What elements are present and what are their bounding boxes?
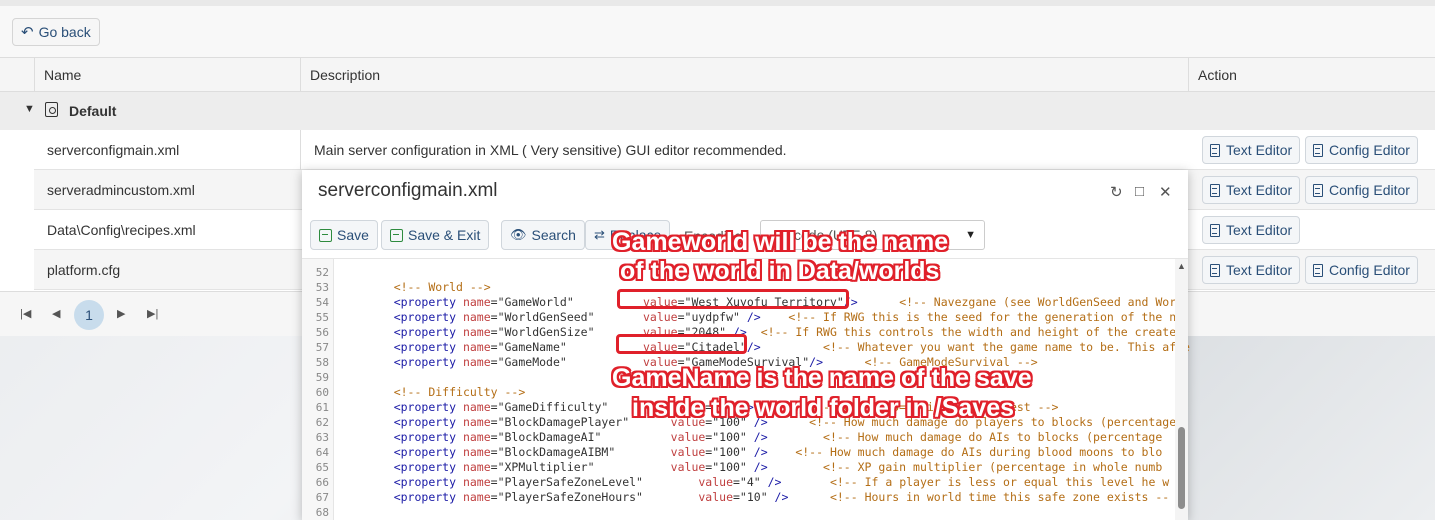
config-editor-button[interactable]: Config Editor xyxy=(1305,256,1418,284)
code-line: <!-- Difficulty --> xyxy=(393,385,526,399)
save-exit-button[interactable]: Save & Exit xyxy=(381,220,490,250)
document-icon xyxy=(1210,183,1220,197)
button-label: Save & Exit xyxy=(408,227,481,243)
line-number: 68 xyxy=(315,506,329,519)
line-number: 53 xyxy=(315,281,329,294)
document-icon xyxy=(1210,263,1220,277)
scroll-thumb[interactable] xyxy=(1178,427,1185,509)
button-label: Save xyxy=(337,227,369,243)
chevron-down-icon: ▼ xyxy=(965,229,976,241)
line-number: 59 xyxy=(315,371,329,384)
code-line: <property name="PlayerSafeZoneLevel" val… xyxy=(393,475,1170,489)
line-number: 63 xyxy=(315,431,329,444)
annotation-gameworld-line2: of the world in Data/worlds xyxy=(620,257,940,285)
text-editor-button[interactable]: Text Editor xyxy=(1202,136,1301,164)
document-icon xyxy=(1210,223,1220,237)
text-editor-button[interactable]: Text Editor xyxy=(1202,176,1301,204)
save-icon xyxy=(390,228,403,242)
document-icon xyxy=(1210,143,1220,157)
undo-arrow-icon: ↶ xyxy=(21,24,34,41)
line-number: 64 xyxy=(315,446,329,459)
document-icon xyxy=(1313,183,1323,197)
next-page-icon[interactable]: ▶ xyxy=(117,307,125,320)
line-number: 57 xyxy=(315,341,329,354)
column-header-description[interactable]: Description xyxy=(300,58,1188,92)
file-description: Main server configuration in XML ( Very … xyxy=(300,130,787,170)
document-icon xyxy=(1313,143,1323,157)
button-label: Config Editor xyxy=(1329,182,1410,198)
last-page-icon[interactable]: ▶| xyxy=(147,307,158,320)
column-header-name[interactable]: Name xyxy=(34,58,300,92)
code-line: <property name="BlockDamageAI" value="10… xyxy=(393,430,1163,444)
code-line: <property name="WorldGenSeed" value="uyd… xyxy=(393,310,1184,324)
binoculars-icon: 👁 xyxy=(510,227,527,242)
line-number-gutter: 52 53 54 55 56 57 58 59 60 61 62 63 64 65 66 67 68 xyxy=(302,259,334,520)
close-icon[interactable]: ✕ xyxy=(1159,183,1172,201)
save-button[interactable]: Save xyxy=(310,220,378,250)
line-number: 58 xyxy=(315,356,329,369)
first-page-icon[interactable]: |◀ xyxy=(20,307,31,320)
line-number: 56 xyxy=(315,326,329,339)
button-label: Search xyxy=(531,227,576,243)
button-label: Text Editor xyxy=(1226,262,1293,278)
replace-icon: ⇄ xyxy=(594,227,605,242)
search-button[interactable]: 👁 Search xyxy=(501,220,585,250)
config-file-icon xyxy=(45,102,58,117)
current-page-button[interactable]: 1 xyxy=(74,300,104,330)
highlight-box-gamename xyxy=(616,334,747,354)
button-label: Text Editor xyxy=(1226,182,1293,198)
collapse-triangle-icon[interactable]: ▼ xyxy=(24,103,35,115)
file-name: Data\Config\recipes.xml xyxy=(47,222,196,238)
column-header-action[interactable]: Action xyxy=(1188,58,1435,92)
document-icon xyxy=(1313,263,1323,277)
refresh-icon[interactable]: ↻ xyxy=(1110,183,1123,201)
file-name: platform.cfg xyxy=(47,262,121,278)
code-line: <property name="PlayerSafeZoneHours" val… xyxy=(393,490,1170,504)
config-editor-button[interactable]: Config Editor xyxy=(1305,136,1418,164)
code-line: <property name="WorldGenSize" value="204… xyxy=(393,325,1184,339)
go-back-button[interactable]: ↶ Go back xyxy=(12,18,100,46)
prev-page-icon[interactable]: ◀ xyxy=(52,307,60,320)
file-name: serverconfigmain.xml xyxy=(47,142,180,158)
highlight-box-gameworld xyxy=(617,289,849,309)
line-number: 61 xyxy=(315,401,329,414)
code-line: <property name="BlockDamageAIBM" value="… xyxy=(393,445,1163,459)
button-label: Text Editor xyxy=(1226,222,1293,238)
scroll-up-icon[interactable]: ▲ xyxy=(1177,261,1186,271)
group-row-default[interactable]: ▼ Default xyxy=(0,92,1435,130)
button-label: Config Editor xyxy=(1329,262,1410,278)
go-back-label: Go back xyxy=(38,24,91,40)
line-number: 60 xyxy=(315,386,329,399)
line-number: 66 xyxy=(315,476,329,489)
line-number: 67 xyxy=(315,491,329,504)
text-editor-button[interactable]: Text Editor xyxy=(1202,256,1301,284)
group-label: Default xyxy=(69,103,117,119)
table-row[interactable]: serverconfigmain.xml Main server configu… xyxy=(34,130,1435,170)
line-number: 52 xyxy=(315,266,329,279)
line-number: 65 xyxy=(315,461,329,474)
code-line: <property name="GameName" value="Citadel… xyxy=(393,340,1190,354)
save-icon xyxy=(319,228,332,242)
line-number: 54 xyxy=(315,296,329,309)
file-name: serveradmincustom.xml xyxy=(47,182,195,198)
text-editor-button[interactable]: Text Editor xyxy=(1202,216,1301,244)
line-number: 55 xyxy=(315,311,329,324)
config-editor-button[interactable]: Config Editor xyxy=(1305,176,1418,204)
grid-header: Name Description Action xyxy=(0,58,1435,92)
annotation-gamename-line2: inside the world folder in /Saves xyxy=(632,394,1015,422)
code-line: <!-- World --> xyxy=(393,280,491,294)
vertical-scrollbar[interactable]: ▲ xyxy=(1175,259,1188,520)
code-line: <property name="XPMultiplier" value="100… xyxy=(393,460,1163,474)
button-label: Text Editor xyxy=(1226,142,1293,158)
top-bar: ↶ Go back xyxy=(0,0,1435,58)
maximize-icon[interactable]: □ xyxy=(1135,183,1144,200)
line-number: 62 xyxy=(315,416,329,429)
dialog-title: serverconfigmain.xml xyxy=(318,180,498,201)
button-label: Config Editor xyxy=(1329,142,1410,158)
